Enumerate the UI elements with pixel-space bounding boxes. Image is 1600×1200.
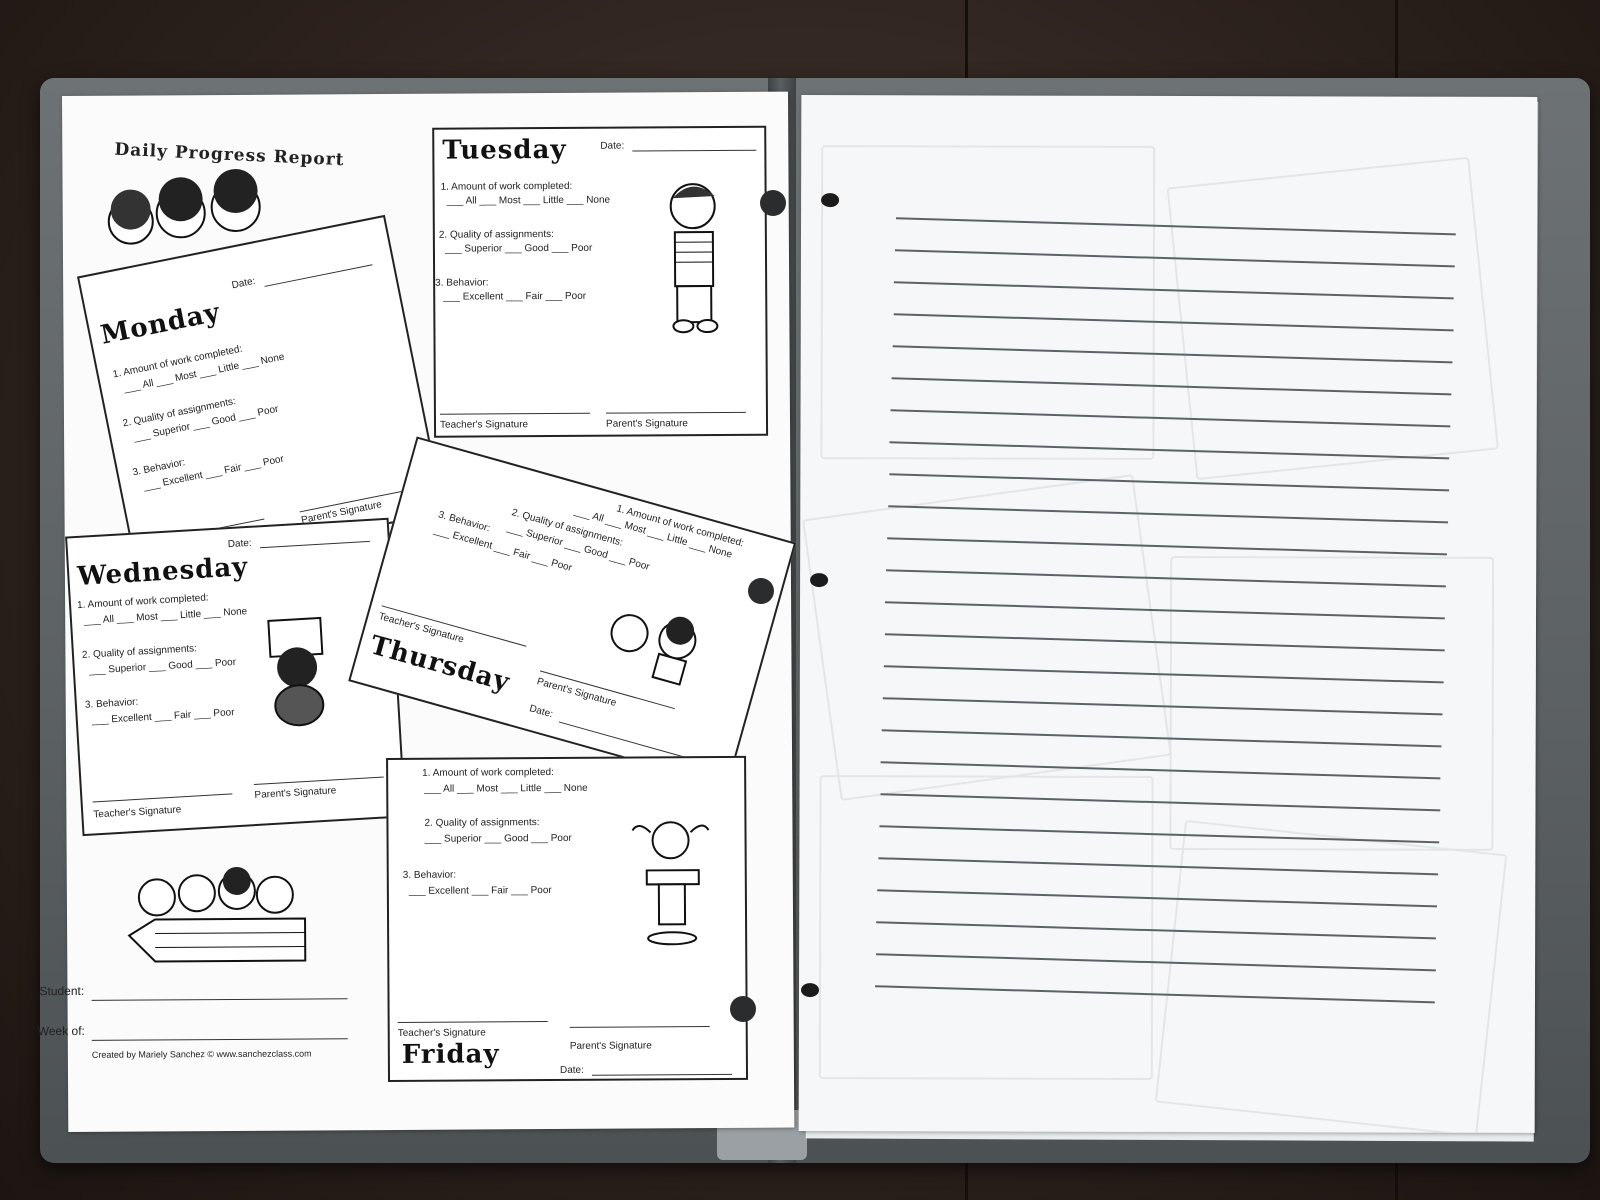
date-label: Date: bbox=[230, 275, 257, 292]
parent-sig-line bbox=[605, 411, 746, 414]
date-label: Date: bbox=[559, 1064, 584, 1076]
behavior-options: ___ Excellent ___ Fair ___ Poor bbox=[91, 707, 235, 727]
kids-raising-hands-illustration bbox=[610, 614, 697, 686]
behavior-options: ___ Excellent ___ Fair ___ Poor bbox=[443, 290, 587, 303]
parent-signature-label: Parent's Signature bbox=[569, 1040, 652, 1052]
teacher-sig-line bbox=[397, 1021, 548, 1023]
week-of-label: Week of: bbox=[37, 1023, 85, 1039]
teacher-signature-label: Teacher's Signature bbox=[439, 419, 529, 431]
parent-signature-label: Parent's Signature bbox=[605, 418, 689, 430]
amount-options: ___ All ___ Most ___ Little ___ None bbox=[446, 194, 611, 207]
binder-ring bbox=[748, 578, 774, 604]
day-title-friday: Friday bbox=[401, 1039, 500, 1070]
binder-ring bbox=[730, 996, 756, 1022]
kids-on-pencil-illustration bbox=[127, 866, 307, 963]
teacher-signature-label: Teacher's Signature bbox=[93, 804, 182, 821]
behavior-label: 3. Behavior: bbox=[84, 696, 139, 711]
teacher-sig-line bbox=[439, 412, 590, 415]
behavior-options: ___ Excellent ___ Fair ___ Poor bbox=[142, 453, 285, 493]
date-label: Date: bbox=[528, 703, 555, 721]
monday-card: Date: Monday 1. Amount of work completed… bbox=[76, 214, 445, 575]
week-of-line bbox=[91, 1038, 348, 1041]
date-label: Date: bbox=[600, 140, 625, 152]
student-line bbox=[91, 998, 348, 1001]
teacher-signature-label: Teacher's Signature bbox=[397, 1027, 486, 1039]
student-label: Student: bbox=[39, 983, 85, 999]
kid-at-desk-illustration bbox=[631, 821, 710, 946]
date-label: Date: bbox=[227, 537, 252, 551]
amount-label: 1. Amount of work completed: bbox=[440, 180, 573, 193]
punch-hole bbox=[821, 193, 840, 208]
amount-label: 1. Amount of work completed: bbox=[422, 767, 554, 779]
day-title-thursday: Thursday bbox=[366, 630, 514, 698]
date-line bbox=[558, 721, 685, 758]
report-title: Daily Progress Report bbox=[114, 139, 345, 171]
behavior-label: 3. Behavior: bbox=[435, 277, 489, 289]
behavior-options: ___ Excellent ___ Fair ___ Poor bbox=[432, 524, 574, 574]
kids-illustration bbox=[107, 168, 261, 245]
date-line bbox=[264, 264, 373, 287]
kid-with-backpack-illustration bbox=[669, 183, 719, 334]
parent-signature-label: Parent's Signature bbox=[254, 785, 337, 802]
behavior-label: 3. Behavior: bbox=[402, 869, 457, 881]
credit-text: Created by Mariely Sanchez © www.sanchez… bbox=[91, 1048, 312, 1060]
show-through-card bbox=[1166, 156, 1499, 481]
behavior-options: ___ Excellent ___ Fair ___ Poor bbox=[408, 885, 552, 897]
amount-options: ___ All ___ Most ___ Little ___ None bbox=[424, 782, 588, 795]
tuesday-card: Tuesday Date: 1. Amount of work complete… bbox=[432, 125, 769, 438]
day-title-monday: Monday bbox=[98, 297, 223, 351]
thursday-card: 1. Amount of work completed: ___ All ___… bbox=[348, 436, 797, 788]
day-title-wednesday: Wednesday bbox=[76, 552, 250, 592]
quality-label: 2. Quality of assignments: bbox=[424, 817, 540, 829]
quality-label: 2. Quality of assignments: bbox=[438, 228, 554, 241]
ruled-line bbox=[888, 473, 1449, 491]
quality-label: 2. Quality of assignments: bbox=[81, 643, 198, 661]
friday-card: 1. Amount of work completed: ___ All ___… bbox=[386, 755, 749, 1083]
quality-options: ___ Superior ___ Good ___ Poor bbox=[88, 656, 237, 677]
date-line bbox=[591, 1073, 732, 1076]
date-line bbox=[632, 149, 757, 152]
quality-options: ___ Superior ___ Good ___ Poor bbox=[424, 832, 572, 845]
day-title-tuesday: Tuesday bbox=[442, 134, 567, 166]
punch-hole bbox=[810, 573, 829, 588]
parent-sig-line bbox=[253, 776, 384, 786]
parent-sig-line bbox=[569, 1026, 710, 1028]
date-line bbox=[260, 540, 370, 549]
lined-page bbox=[798, 95, 1538, 1133]
amount-label: 1. Amount of work completed: bbox=[76, 592, 209, 612]
photo-scene: Daily Progress Report Date: Monday 1. Am… bbox=[0, 0, 1600, 1200]
quality-options: ___ Superior ___ Good ___ Poor bbox=[444, 242, 593, 255]
binder-ring bbox=[760, 190, 786, 216]
punch-hole bbox=[800, 983, 820, 998]
teacher-sig-line bbox=[92, 793, 233, 803]
progress-report-page: Daily Progress Report Date: Monday 1. Am… bbox=[38, 91, 797, 1132]
kid-at-computer-illustration bbox=[267, 616, 325, 727]
